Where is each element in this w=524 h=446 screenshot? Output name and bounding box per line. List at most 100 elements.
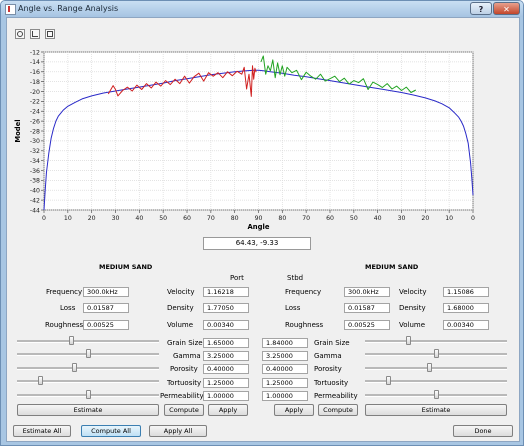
y-tick-label: -12: [30, 49, 40, 56]
slider-thumb[interactable]: [433, 390, 439, 399]
right-slider-grain[interactable]: [365, 336, 507, 346]
x-tick-label: 0: [471, 215, 475, 222]
chart[interactable]: -12 -14 -16 -18 -20 -22 -24 -26 -28 -30 -32 -34 -36 -…: [7, 40, 519, 254]
port-compute-button[interactable]: Compute: [164, 404, 204, 416]
port-gamma-field[interactable]: 3.25000: [203, 351, 249, 361]
y-tick-label: -26: [30, 118, 40, 125]
left-estimate-button[interactable]: Estimate: [17, 404, 159, 416]
port-tortuosity-field[interactable]: 1.25000: [203, 378, 249, 388]
slider-thumb[interactable]: [406, 336, 412, 345]
apply-all-button[interactable]: Apply All: [149, 425, 207, 437]
left-slider-permeability[interactable]: [17, 390, 159, 400]
y-tick-label: -18: [30, 79, 40, 86]
right-slider-tortuosity[interactable]: [365, 376, 507, 386]
port-grain-field[interactable]: 1.65000: [203, 338, 249, 348]
y-tick-label: -38: [30, 178, 40, 185]
left-velocity-field[interactable]: 1.16218: [203, 287, 249, 297]
left-density-field[interactable]: 1.77050: [203, 303, 249, 313]
copy-icon[interactable]: [45, 29, 55, 39]
y-tick-label: -36: [30, 168, 40, 175]
stbd-permeability-field[interactable]: 1.00000: [262, 391, 308, 401]
zoom-icon[interactable]: [15, 29, 25, 39]
right-frequency-label: Frequency: [285, 288, 322, 296]
slider-thumb[interactable]: [385, 376, 391, 385]
slider-thumb[interactable]: [426, 363, 432, 372]
right-loss-label: Loss: [285, 304, 301, 312]
stbd-porosity-label: Porosity: [314, 365, 342, 373]
left-slider-tortuosity[interactable]: [17, 376, 159, 386]
chart-icon[interactable]: [30, 29, 40, 39]
left-loss-field[interactable]: 0.01587: [83, 303, 129, 313]
left-volume-label: Volume: [167, 321, 194, 329]
estimate-all-button[interactable]: Estimate All: [13, 425, 71, 437]
x-tick-label: 0: [42, 215, 46, 222]
right-frequency-field[interactable]: 300.0kHz: [344, 287, 390, 297]
done-button[interactable]: Done: [453, 425, 513, 437]
right-slider-gamma[interactable]: [365, 349, 507, 359]
right-header: MEDIUM SAND: [365, 263, 419, 271]
right-loss-field[interactable]: 0.01587: [344, 303, 390, 313]
y-tick-label: -30: [30, 138, 40, 145]
port-permeability-field[interactable]: 1.00000: [203, 391, 249, 401]
x-tick-label: 40: [374, 215, 382, 222]
help-button[interactable]: ?: [470, 2, 492, 15]
x-tick-label: 50: [350, 215, 358, 222]
left-slider-grain[interactable]: [17, 336, 159, 346]
port-permeability-label: Permeability: [160, 392, 204, 400]
right-density-field[interactable]: 1.68000: [443, 303, 489, 313]
port-grain-label: Grain Size: [167, 339, 203, 347]
x-tick-label: 10: [64, 215, 72, 222]
stbd-compute-button[interactable]: Compute: [318, 404, 358, 416]
y-axis-label: Model: [14, 119, 22, 142]
slider-thumb[interactable]: [71, 363, 77, 372]
y-tick-label: -14: [30, 59, 40, 66]
close-button[interactable]: ✕: [493, 2, 520, 15]
y-tick-label: -42: [30, 197, 40, 204]
left-frequency-field[interactable]: 300.0kHz: [83, 287, 129, 297]
stbd-apply-button[interactable]: Apply: [274, 404, 314, 416]
x-tick-label: 30: [112, 215, 120, 222]
slider-thumb[interactable]: [37, 376, 43, 385]
right-slider-porosity[interactable]: [365, 363, 507, 373]
left-roughness-label: Roughness: [45, 321, 84, 329]
x-tick-label: 10: [445, 215, 453, 222]
compute-all-button[interactable]: Compute All: [81, 425, 141, 437]
chart-svg[interactable]: -12 -14 -16 -18 -20 -22 -24 -26 -28 -30 -32 -34 -36 -…: [7, 40, 519, 254]
left-density-label: Density: [167, 304, 194, 312]
stbd-permeability-label: Permeability: [314, 392, 358, 400]
stbd-porosity-field[interactable]: 0.40000: [262, 364, 308, 374]
title-bar[interactable]: Angle vs. Range Analysis ? ✕: [1, 1, 523, 17]
port-porosity-label: Porosity: [170, 365, 198, 373]
x-tick-label: 80: [231, 215, 239, 222]
left-roughness-field[interactable]: 0.00525: [83, 320, 129, 330]
stbd-tortuosity-field[interactable]: 1.25000: [262, 378, 308, 388]
right-velocity-label: Velocity: [399, 288, 427, 296]
stbd-grain-field[interactable]: 1.84000: [262, 338, 308, 348]
slider-thumb[interactable]: [85, 390, 91, 399]
stbd-gamma-field[interactable]: 3.25000: [262, 351, 308, 361]
left-slider-porosity[interactable]: [17, 363, 159, 373]
left-slider-gamma[interactable]: [17, 349, 159, 359]
slider-thumb[interactable]: [69, 336, 75, 345]
x-tick-label: 60: [326, 215, 334, 222]
port-apply-button[interactable]: Apply: [208, 404, 248, 416]
x-tick-label: 80: [278, 215, 286, 222]
y-tick-label: -20: [30, 89, 40, 96]
port-tortuosity-label: Tortuosity: [167, 379, 202, 387]
right-estimate-button[interactable]: Estimate: [365, 404, 507, 416]
right-velocity-field[interactable]: 1.15086: [443, 287, 489, 297]
left-velocity-label: Velocity: [167, 288, 195, 296]
right-volume-field[interactable]: 0.00340: [443, 320, 489, 330]
right-volume-label: Volume: [399, 321, 426, 329]
slider-thumb[interactable]: [433, 349, 439, 358]
stbd-label: Stbd: [287, 274, 304, 282]
port-porosity-field[interactable]: 0.40000: [203, 364, 249, 374]
x-tick-label: 30: [398, 215, 406, 222]
left-volume-field[interactable]: 0.00340: [203, 320, 249, 330]
right-roughness-field[interactable]: 0.00525: [344, 320, 390, 330]
y-tick-label: -34: [30, 158, 40, 165]
port-gamma-label: Gamma: [173, 352, 201, 360]
client-area: -12 -14 -16 -18 -20 -22 -24 -26 -28 -30 -32 -34 -36 -…: [6, 17, 520, 442]
right-slider-permeability[interactable]: [365, 390, 507, 400]
slider-thumb[interactable]: [85, 349, 91, 358]
